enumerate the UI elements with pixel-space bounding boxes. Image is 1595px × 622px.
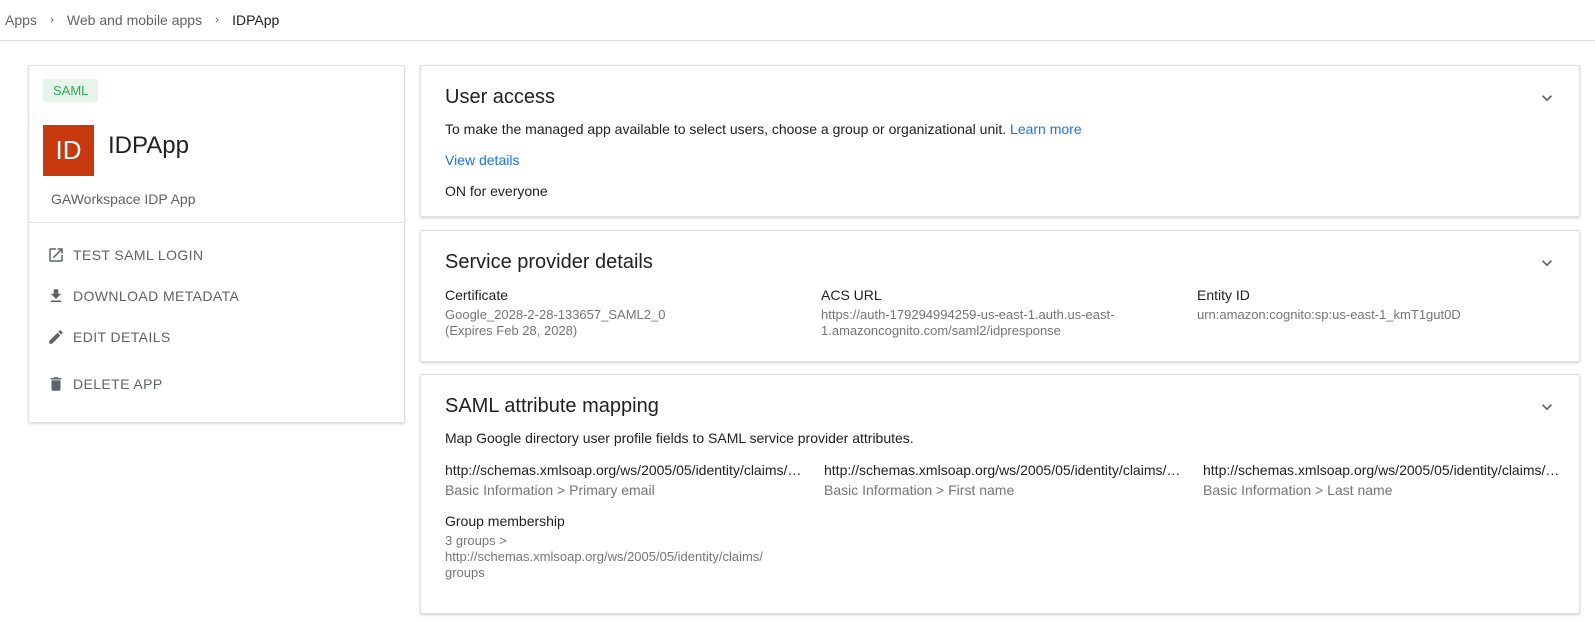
- mapping-value: Basic Information > First name: [824, 482, 1015, 498]
- chevron-down-icon[interactable]: [1537, 88, 1557, 108]
- mapping-description: Map Google directory user profile fields…: [445, 430, 914, 446]
- acs-url-value-cont: 1.amazoncognito.com/saml2/idpresponse: [821, 323, 1061, 338]
- user-access-panel: User access To make the managed app avai…: [420, 65, 1580, 217]
- user-access-description: To make the managed app available to sel…: [445, 121, 1082, 137]
- breadcrumb-apps[interactable]: Apps: [5, 12, 37, 28]
- chevron-right-icon: [47, 15, 57, 25]
- mapping-key: http://schemas.xmlsoap.org/ws/2005/05/id…: [824, 462, 1184, 478]
- saml-type-chip: SAML: [43, 79, 99, 102]
- trash-icon: [50, 377, 62, 391]
- mapping-key: http://schemas.xmlsoap.org/ws/2005/05/id…: [1203, 462, 1563, 478]
- description-text: To make the managed app available to sel…: [445, 121, 1007, 137]
- certificate-expiry: (Expires Feb 28, 2028): [445, 323, 578, 338]
- pencil-icon: [49, 330, 63, 344]
- app-avatar: ID: [43, 125, 94, 176]
- access-status: ON for everyone: [445, 183, 548, 199]
- entity-id-value: urn:amazon:cognito:sp:us-east-1_kmT1gut0…: [1197, 307, 1461, 322]
- acs-url-value: https://auth-179294994259-us-east-1.auth…: [821, 307, 1115, 322]
- panel-title: Service provider details: [445, 251, 653, 273]
- panel-title: User access: [445, 86, 556, 108]
- app-summary-card: SAML ID IDPApp GAWorkspace IDP App TEST …: [28, 65, 405, 423]
- action-label: DELETE APP: [73, 376, 163, 392]
- group-membership-label: Group membership: [445, 513, 565, 529]
- chevron-down-icon[interactable]: [1537, 397, 1557, 417]
- edit-details-button[interactable]: EDIT DETAILS: [47, 328, 171, 346]
- group-membership-value-cont: http://schemas.xmlsoap.org/ws/2005/05/id…: [445, 549, 763, 564]
- app-description: GAWorkspace IDP App: [51, 191, 196, 207]
- entity-id-label: Entity ID: [1197, 287, 1250, 303]
- breadcrumb: Apps Web and mobile apps IDPApp: [0, 0, 1595, 41]
- download-metadata-button[interactable]: DOWNLOAD METADATA: [47, 287, 239, 305]
- test-saml-login-button[interactable]: TEST SAML LOGIN: [47, 246, 203, 264]
- mapping-value: Basic Information > Last name: [1203, 482, 1393, 498]
- saml-attribute-mapping-panel: SAML attribute mapping Map Google direct…: [420, 374, 1580, 614]
- chevron-right-icon: [212, 15, 222, 25]
- action-label: TEST SAML LOGIN: [73, 247, 204, 263]
- group-membership-value: 3 groups >: [445, 533, 507, 548]
- chevron-down-icon[interactable]: [1537, 253, 1557, 273]
- certificate-value: Google_2028-2-28-133657_SAML2_0: [445, 307, 666, 322]
- divider: [29, 222, 404, 223]
- certificate-label: Certificate: [445, 287, 509, 303]
- service-provider-panel: Service provider details Certificate Goo…: [420, 230, 1580, 362]
- panel-title: SAML attribute mapping: [445, 395, 659, 417]
- action-label: DOWNLOAD METADATA: [73, 288, 240, 304]
- mapping-value: Basic Information > Primary email: [445, 482, 655, 498]
- acs-url-label: ACS URL: [821, 287, 882, 303]
- open-in-new-icon: [49, 248, 63, 262]
- learn-more-link[interactable]: Learn more: [1010, 121, 1082, 137]
- app-name: IDPApp: [108, 132, 189, 159]
- breadcrumb-current-app: IDPApp: [232, 12, 280, 28]
- action-label: EDIT DETAILS: [73, 329, 171, 345]
- breadcrumb-web-mobile-apps[interactable]: Web and mobile apps: [67, 12, 202, 28]
- delete-app-button[interactable]: DELETE APP: [47, 375, 163, 393]
- download-icon: [50, 289, 62, 302]
- view-details-link[interactable]: View details: [445, 152, 519, 168]
- group-membership-value-cont: groups: [445, 565, 485, 580]
- mapping-key: http://schemas.xmlsoap.org/ws/2005/05/id…: [445, 462, 805, 478]
